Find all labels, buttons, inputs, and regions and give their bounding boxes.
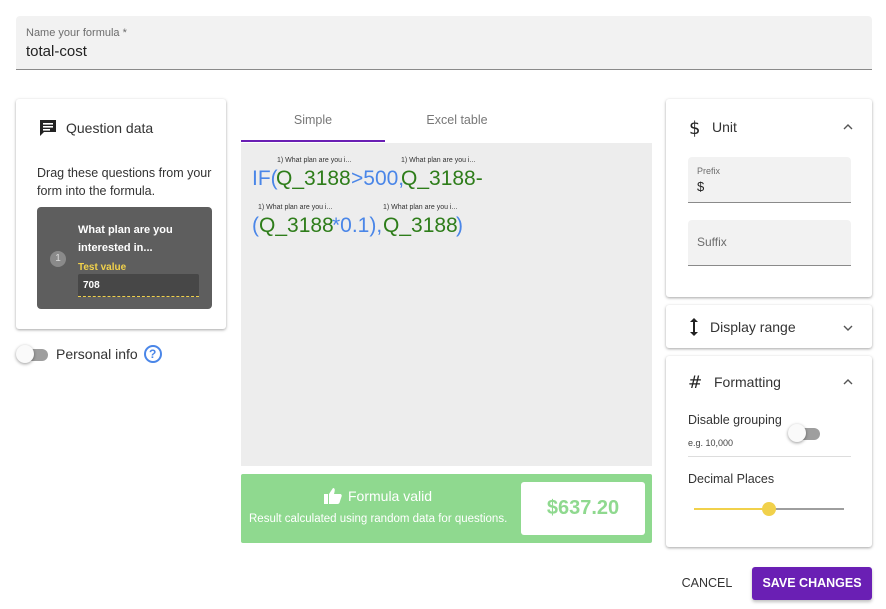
tab-simple[interactable]: Simple — [241, 99, 385, 142]
personal-info-toggle[interactable] — [16, 345, 48, 363]
prefix-label: Prefix — [697, 166, 721, 176]
formula-name-label: Name your formula * — [26, 27, 127, 39]
token-caption: 1) What plan are you i... — [277, 157, 352, 164]
question-data-card: Question data Drag these questions from … — [16, 99, 226, 329]
prefix-field[interactable]: Prefix $ — [688, 157, 851, 203]
suffix-placeholder: Suffix — [697, 235, 727, 249]
token-question[interactable]: Q_3188 — [259, 215, 334, 236]
formatting-card: # Formatting Disable grouping e.g. 10,00… — [666, 356, 872, 547]
token-operator: >500, — [351, 167, 405, 190]
help-icon[interactable]: ? — [143, 345, 162, 363]
display-range-header[interactable]: Display range — [688, 317, 796, 337]
formula-valid-status: Formula valid — [323, 487, 432, 505]
formatting-header[interactable]: # Formatting — [688, 373, 781, 391]
display-range-card[interactable]: Display range — [666, 305, 872, 348]
formula-name-field[interactable]: Name your formula * total-cost — [16, 16, 872, 70]
formula-tabs: Simple Excel table — [241, 99, 529, 142]
divider — [688, 456, 851, 457]
personal-info-row: Personal info ? — [16, 345, 162, 363]
unit-card: $ Unit Prefix $ Suffix — [666, 99, 872, 297]
save-changes-button[interactable]: SAVE CHANGES — [752, 567, 872, 600]
toggle-thumb — [16, 345, 34, 363]
question-data-title: Question data — [66, 120, 154, 136]
hash-icon: # — [688, 373, 702, 391]
toggle-thumb — [788, 424, 806, 442]
cancel-button[interactable]: CANCEL — [672, 567, 742, 599]
formula-editor[interactable]: 1) What plan are you i... 1) What plan a… — [241, 143, 652, 466]
token-question[interactable]: Q_3188 — [383, 215, 458, 236]
svg-text:#: # — [688, 373, 702, 391]
token-caption: 1) What plan are you i... — [401, 157, 476, 164]
question-number-badge: 1 — [50, 251, 66, 267]
svg-text:$: $ — [689, 118, 700, 137]
personal-info-label: Personal info — [56, 346, 138, 362]
question-chip[interactable]: 1 What plan are you interested in... Tes… — [37, 207, 212, 309]
decimal-places-label: Decimal Places — [688, 472, 775, 486]
grouping-example: e.g. 10,000 — [688, 438, 734, 448]
disable-grouping-label: Disable grouping — [688, 413, 782, 427]
formula-name-value[interactable]: total-cost — [26, 43, 87, 60]
unit-header[interactable]: $ Unit — [688, 117, 737, 137]
question-data-description: Drag these questions from your form into… — [37, 166, 212, 198]
formula-valid-text: Formula valid — [348, 488, 433, 504]
chevron-up-icon[interactable] — [842, 376, 854, 388]
slider-filled-track — [694, 508, 769, 510]
vertical-arrows-icon — [690, 318, 698, 336]
comment-icon — [40, 120, 56, 136]
suffix-field[interactable]: Suffix — [688, 220, 851, 266]
token-if-open: IF( — [252, 167, 278, 190]
unit-title: Unit — [712, 119, 737, 135]
test-value-label: Test value — [78, 262, 127, 273]
result-note: Result calculated using random data for … — [249, 513, 508, 525]
token-paren-open: ( — [252, 214, 259, 237]
token-operator: *0.1), — [332, 214, 383, 237]
result-value: $637.20 — [521, 482, 645, 535]
tab-excel-table[interactable]: Excel table — [385, 99, 529, 142]
formatting-title: Formatting — [714, 374, 781, 390]
token-close: ) — [456, 214, 463, 237]
prefix-value[interactable]: $ — [697, 179, 704, 194]
formula-result-banner: Formula valid Result calculated using ra… — [241, 474, 652, 543]
dollar-icon: $ — [689, 118, 700, 137]
token-question[interactable]: Q_3188- — [401, 168, 483, 189]
chevron-up-icon[interactable] — [842, 121, 854, 133]
display-range-title: Display range — [710, 319, 796, 335]
slider-knob[interactable] — [762, 502, 776, 516]
token-question[interactable]: Q_3188 — [276, 168, 351, 189]
thumbs-up-icon — [324, 488, 342, 504]
disable-grouping-toggle[interactable] — [788, 424, 820, 442]
question-title: What plan are you interested in... — [78, 224, 173, 254]
chevron-down-icon[interactable] — [842, 322, 854, 334]
decimal-places-slider[interactable] — [694, 502, 844, 516]
question-data-header: Question data — [38, 118, 153, 138]
token-caption: 1) What plan are you i... — [258, 204, 333, 211]
test-value-input[interactable]: 708 — [78, 274, 199, 297]
token-caption: 1) What plan are you i... — [383, 204, 458, 211]
slider-rest-track — [769, 508, 844, 510]
